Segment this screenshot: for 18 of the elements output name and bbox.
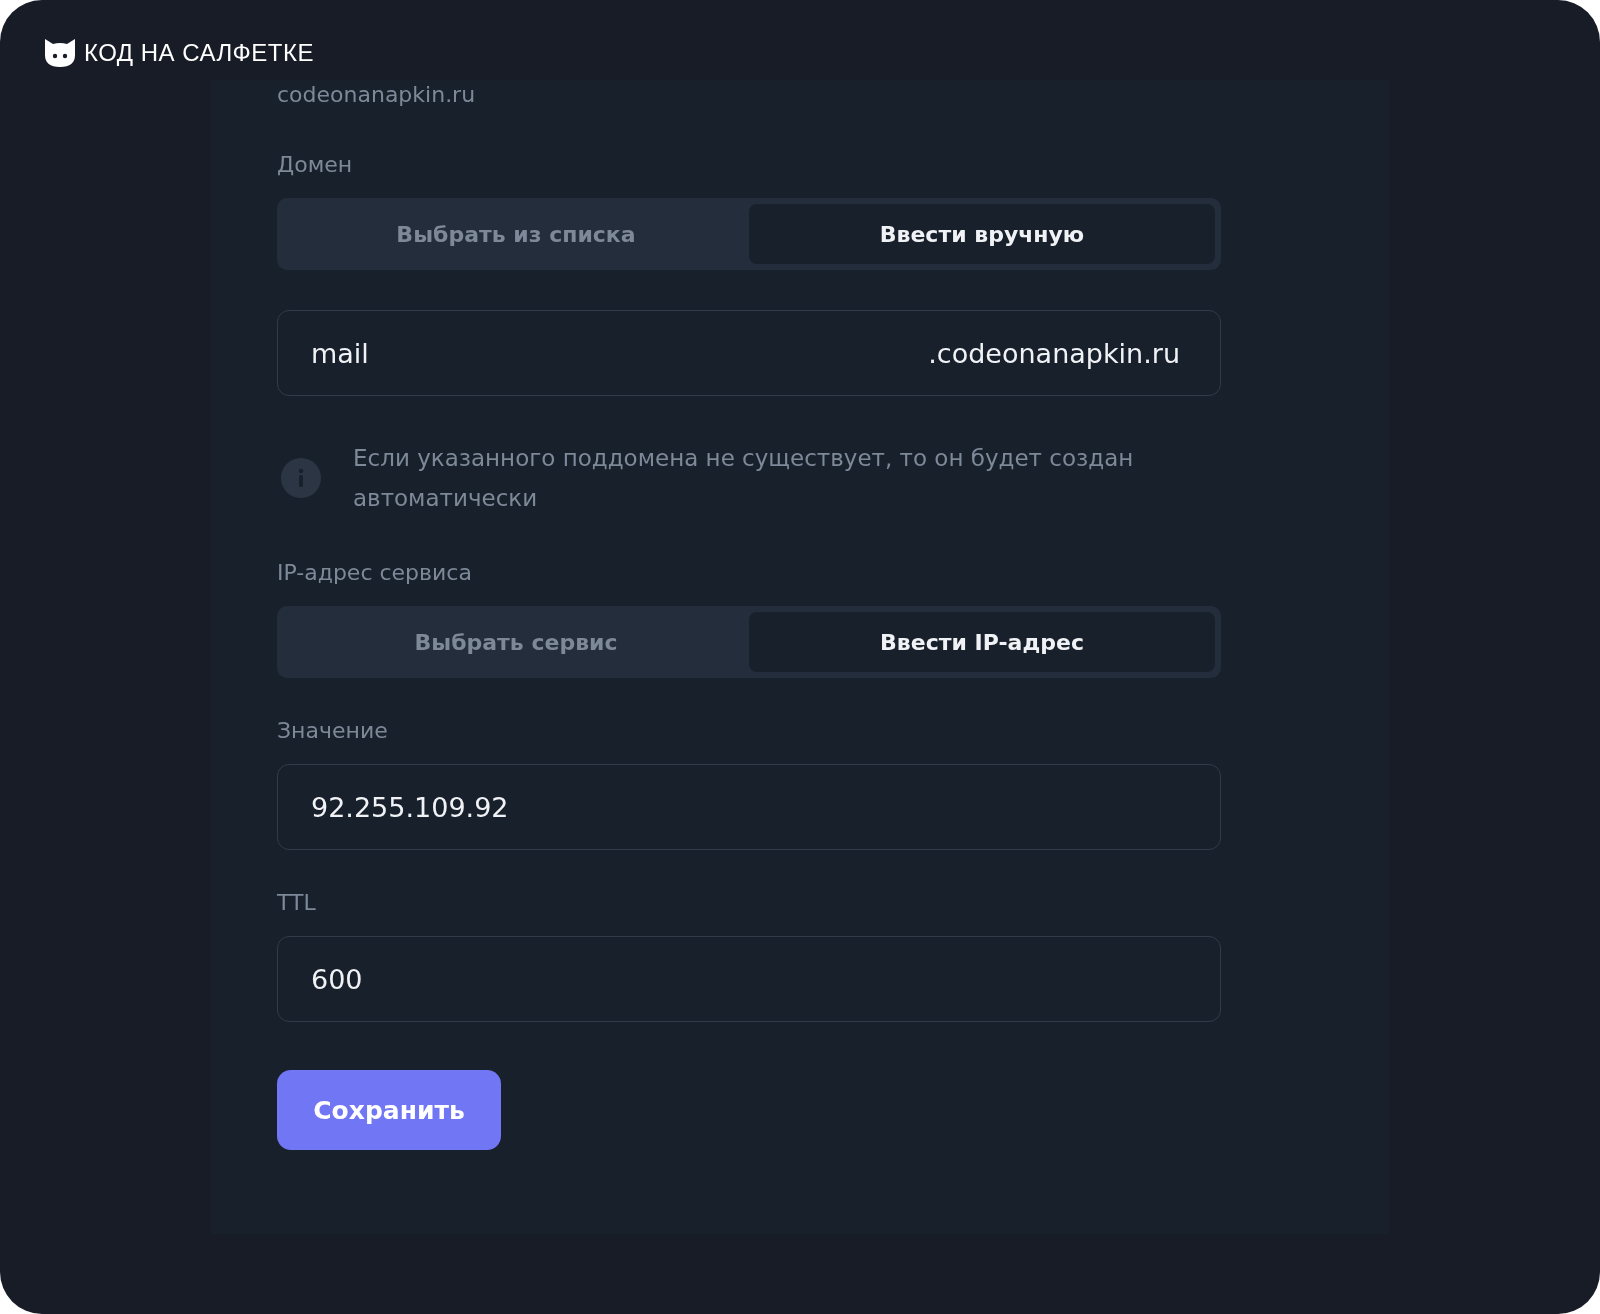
domain-suffix: .codeonanapkin.ru [928,337,1180,369]
segment-tab[interactable]: Выбрать сервис [283,612,749,672]
text-field[interactable]: 600 [277,936,1221,1022]
field-label: IP-адрес сервиса [277,560,473,586]
field-label: TTL [277,890,317,916]
segment-tab[interactable]: Выбрать из списка [283,204,749,264]
text-field[interactable]: 92.255.109.92 [277,764,1221,850]
segment-tab[interactable]: Ввести вручную [749,204,1215,264]
hint-text: Если указанного поддомена не существует, то он будет создан автоматически [353,444,1135,513]
brand-name: КОД НА САЛФЕТКЕ [84,39,314,67]
save-button[interactable]: Сохранить [277,1070,501,1150]
field-label: Домен [277,152,354,178]
subdomain-field[interactable]: mail .codeonanapkin.ru [277,310,1221,396]
cat-logo-icon [44,38,76,68]
info-icon [281,458,321,498]
field-label: Значение [277,718,389,744]
domain-text: codeonanapkin.ru [277,82,476,108]
segment-tab[interactable]: Ввести IP-адрес [749,612,1215,672]
